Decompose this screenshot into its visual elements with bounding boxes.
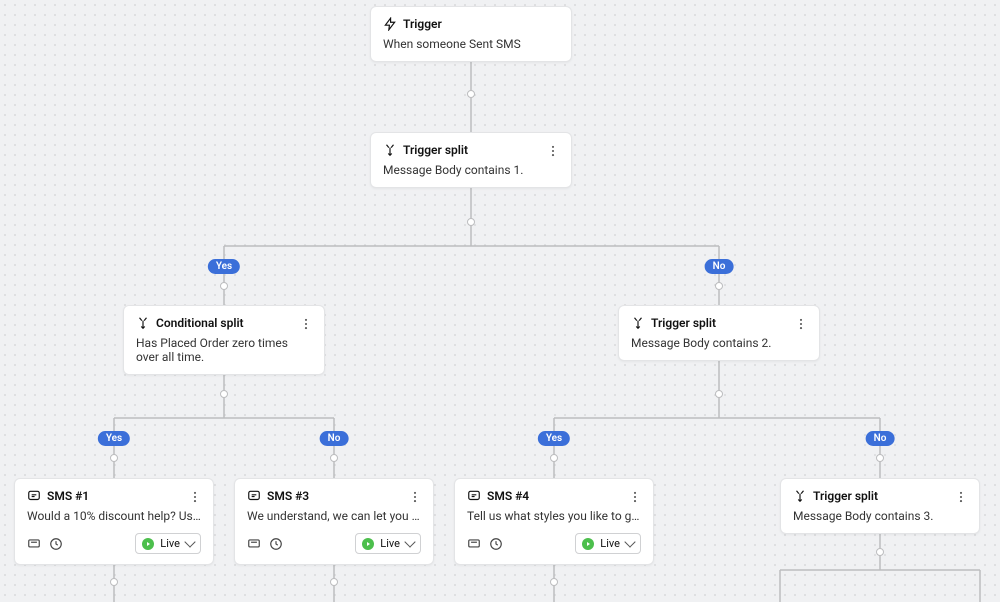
dots-vertical-icon <box>408 490 422 504</box>
dots-vertical-icon <box>794 317 808 331</box>
node-desc: Would a 10% discount help? Use code G... <box>27 509 201 523</box>
node-desc: Message Body contains 3. <box>793 509 967 523</box>
node-desc: When someone Sent SMS <box>383 37 559 51</box>
split-icon <box>383 143 397 157</box>
node-desc: Message Body contains 1. <box>383 163 559 177</box>
node-trigger-split-3[interactable]: Trigger split Message Body contains 3. <box>780 478 980 534</box>
smart-send-icon[interactable] <box>269 537 283 551</box>
node-desc: We understand, we can let you know whe..… <box>247 509 421 523</box>
branch-badge-no: No <box>705 259 734 274</box>
node-conditional-split[interactable]: Conditional split Has Placed Order zero … <box>123 305 325 375</box>
branch-badge-yes: Yes <box>538 431 570 446</box>
split-icon <box>631 316 645 330</box>
message-preview-icon[interactable] <box>467 537 481 551</box>
node-desc: Has Placed Order zero times over all tim… <box>136 336 312 364</box>
status-label: Live <box>160 537 180 550</box>
smart-send-icon[interactable] <box>49 537 63 551</box>
node-sms-3[interactable]: SMS #3 We understand, we can let you kno… <box>234 478 434 565</box>
node-menu-button[interactable] <box>625 487 645 507</box>
node-menu-button[interactable] <box>543 141 563 161</box>
node-menu-button[interactable] <box>405 487 425 507</box>
node-menu-button[interactable] <box>791 314 811 334</box>
dots-vertical-icon <box>628 490 642 504</box>
node-desc: Tell us what styles you like to get cust… <box>467 509 641 523</box>
play-status-icon <box>362 538 374 550</box>
branch-badge-yes: Yes <box>98 431 130 446</box>
sms-icon <box>247 489 261 503</box>
branch-badge-no: No <box>320 431 349 446</box>
node-title: SMS #3 <box>267 489 309 503</box>
split-icon <box>793 489 807 503</box>
split-icon <box>136 316 150 330</box>
dots-vertical-icon <box>188 490 202 504</box>
smart-send-icon[interactable] <box>489 537 503 551</box>
status-label: Live <box>600 537 620 550</box>
branch-badge-yes: Yes <box>208 259 240 274</box>
dots-vertical-icon <box>954 490 968 504</box>
message-preview-icon[interactable] <box>247 537 261 551</box>
node-trigger-split-1[interactable]: Trigger split Message Body contains 1. <box>370 132 572 188</box>
dots-vertical-icon <box>299 317 313 331</box>
node-menu-button[interactable] <box>951 487 971 507</box>
node-title: Trigger split <box>813 489 878 503</box>
node-title: Trigger split <box>403 143 468 157</box>
status-dropdown[interactable]: Live <box>575 533 641 554</box>
node-sms-1[interactable]: SMS #1 Would a 10% discount help? Use co… <box>14 478 214 565</box>
lightning-icon <box>383 17 397 31</box>
dots-vertical-icon <box>546 144 560 158</box>
node-title: SMS #1 <box>47 489 89 503</box>
status-label: Live <box>380 537 400 550</box>
sms-icon <box>27 489 41 503</box>
chevron-down-icon <box>404 536 415 547</box>
node-menu-button[interactable] <box>185 487 205 507</box>
node-trigger[interactable]: Trigger When someone Sent SMS <box>370 6 572 62</box>
node-title: Trigger <box>403 17 442 31</box>
node-desc: Message Body contains 2. <box>631 336 807 350</box>
play-status-icon <box>582 538 594 550</box>
branch-badge-no: No <box>866 431 895 446</box>
node-trigger-split-2[interactable]: Trigger split Message Body contains 2. <box>618 305 820 361</box>
chevron-down-icon <box>624 536 635 547</box>
node-title: Conditional split <box>156 316 244 330</box>
status-dropdown[interactable]: Live <box>135 533 201 554</box>
message-preview-icon[interactable] <box>27 537 41 551</box>
node-title: SMS #4 <box>487 489 529 503</box>
play-status-icon <box>142 538 154 550</box>
node-menu-button[interactable] <box>296 314 316 334</box>
chevron-down-icon <box>184 536 195 547</box>
node-title: Trigger split <box>651 316 716 330</box>
status-dropdown[interactable]: Live <box>355 533 421 554</box>
node-sms-4[interactable]: SMS #4 Tell us what styles you like to g… <box>454 478 654 565</box>
sms-icon <box>467 489 481 503</box>
